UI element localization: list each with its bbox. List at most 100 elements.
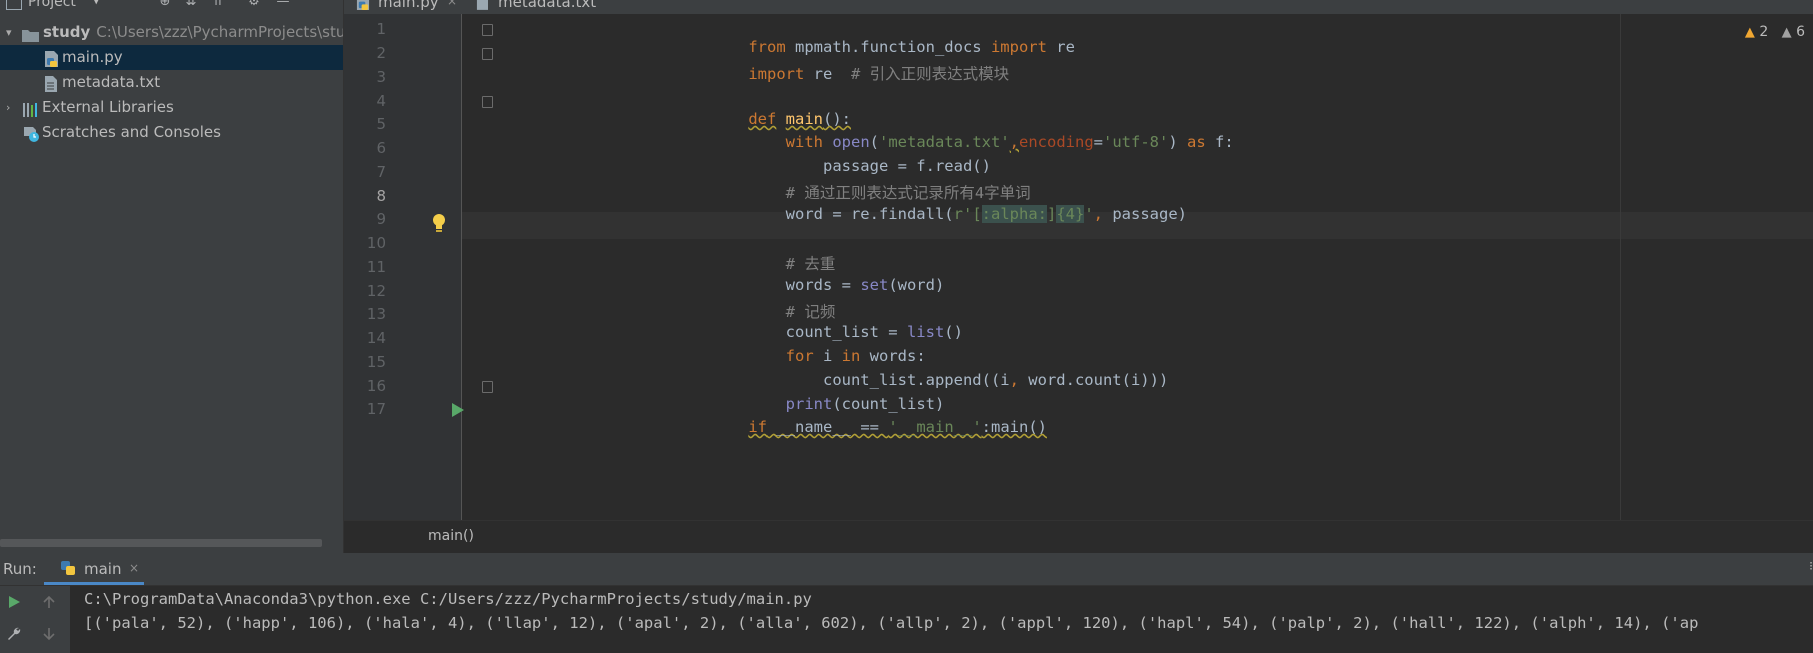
tree-item-label: External Libraries	[42, 98, 174, 116]
project-panel-header: Project ▼ ⊕ ⇊ ⇈ ⚙ —	[0, 0, 343, 14]
run-panel-label: Run:	[3, 560, 37, 578]
locate-file-icon[interactable]: ⊕	[156, 0, 174, 11]
code-comment: # 引入正则表达式模块	[851, 65, 1010, 83]
scroll-down-icon[interactable]	[41, 626, 59, 644]
run-tab-main[interactable]: main ×	[44, 553, 144, 585]
code-token: f:	[1205, 133, 1234, 151]
tab-label: metadata.txt	[498, 0, 597, 11]
breadcrumb-item-main[interactable]: main()	[428, 528, 474, 544]
line-number: 3	[376, 68, 386, 86]
wrench-icon[interactable]	[6, 626, 24, 644]
run-tab-label: main	[84, 560, 122, 578]
line-number-gutter: 1 2 3 4 5 6 7 8 9 10 11 12 13 14 15 16 1…	[344, 14, 416, 520]
line-number: 13	[366, 305, 386, 323]
code-editor[interactable]: 1 2 3 4 5 6 7 8 9 10 11 12 13 14 15 16 1…	[344, 14, 1813, 520]
code-token: ]	[1046, 205, 1057, 223]
code-token: set	[860, 276, 889, 294]
folder-icon	[22, 25, 39, 42]
code-token: [	[972, 205, 982, 223]
fold-marker-icon[interactable]	[482, 48, 493, 60]
code-token: word = re.findall(	[748, 205, 954, 223]
warning-icon: ▲	[1744, 25, 1755, 40]
code-token: :main()	[981, 418, 1047, 436]
tree-item-external-libraries[interactable]: › External Libraries	[0, 95, 343, 120]
tab-label: main.py	[378, 0, 439, 11]
project-panel-icon	[6, 0, 22, 10]
console-line: C:\ProgramData\Anaconda3\python.exe C:/U…	[84, 590, 812, 608]
tree-item-label: study	[43, 23, 91, 41]
code-token: =	[1093, 133, 1103, 151]
fold-marker-icon[interactable]	[482, 381, 493, 393]
run-gutter-icon[interactable]	[452, 403, 464, 417]
tab-metadata-txt[interactable]: metadata.txt	[476, 0, 606, 14]
code-token: ,	[1009, 133, 1019, 151]
line-number: 8	[376, 187, 386, 205]
text-file-icon	[476, 0, 488, 14]
project-horizontal-scrollbar[interactable]	[0, 539, 322, 547]
line-number: 11	[366, 258, 386, 276]
text-file-icon	[44, 75, 60, 92]
python-icon	[60, 560, 76, 576]
code-token: __name__ ==	[767, 418, 889, 436]
project-panel-title[interactable]: Project	[28, 0, 76, 10]
code-token: ,	[1009, 371, 1029, 389]
code-token: if	[748, 418, 767, 436]
scratches-icon	[23, 125, 39, 142]
collapse-all-icon[interactable]: ⇈	[209, 0, 227, 11]
chevron-down-icon[interactable]: ▾	[6, 20, 12, 45]
tree-item-path: C:\Users\zzz\PycharmProjects\stud	[96, 23, 343, 41]
line-number: 7	[376, 163, 386, 181]
code-token: '	[1084, 205, 1094, 223]
expand-all-icon[interactable]: ⇊	[182, 0, 200, 11]
close-icon[interactable]: ×	[447, 0, 457, 8]
breadcrumb: main()	[344, 520, 1813, 554]
lightbulb-icon[interactable]	[432, 213, 446, 235]
code-token: encoding	[1019, 133, 1094, 151]
run-tool-window: Run: main × ⁝ C:\ProgramData\Anaconda3\p…	[0, 553, 1813, 653]
code-line-17: if __name__ == '__main__':main()	[711, 400, 1047, 454]
fold-marker-icon[interactable]	[482, 24, 493, 36]
code-token: )	[1168, 133, 1187, 151]
python-file-icon	[44, 50, 60, 67]
rerun-icon[interactable]	[6, 594, 24, 612]
gear-icon[interactable]: ⚙	[245, 0, 263, 11]
scroll-up-icon[interactable]	[41, 594, 59, 612]
code-token: passage)	[1112, 205, 1187, 223]
line-number: 17	[366, 400, 386, 418]
tree-item-main-py[interactable]: main.py	[0, 45, 343, 70]
tree-item-study[interactable]: ▾ study C:\Users\zzz\PycharmProjects\stud	[0, 20, 343, 45]
code-token: re	[1046, 38, 1075, 56]
tree-item-label: Scratches and Consoles	[42, 123, 221, 141]
code-token: import	[748, 65, 805, 83]
console-line: [('pala', 52), ('happ', 106), ('hala', 4…	[84, 614, 1699, 632]
tree-item-label: metadata.txt	[62, 73, 161, 91]
hide-panel-icon[interactable]: —	[274, 0, 292, 11]
chevron-right-icon[interactable]: ›	[6, 95, 10, 120]
hide-panel-icon[interactable]: ⁝	[1809, 559, 1813, 573]
project-view-dropdown-icon[interactable]: ▼	[92, 0, 100, 6]
close-icon[interactable]: ×	[129, 561, 139, 575]
editor-tab-bar: main.py × metadata.txt	[344, 0, 1813, 17]
line-number: 15	[366, 353, 386, 371]
code-token: ()	[944, 323, 963, 341]
fold-marker-icon[interactable]	[482, 96, 493, 108]
line-number: 6	[376, 139, 386, 157]
weak-warning-count: 6	[1796, 24, 1805, 40]
run-panel-header: Run: main × ⁝	[0, 553, 1813, 586]
fold-gutter	[416, 14, 493, 520]
code-token: (word)	[888, 276, 945, 294]
code-token: as	[1187, 133, 1206, 151]
console-output[interactable]: C:\ProgramData\Anaconda3\python.exe C:/U…	[70, 586, 1813, 653]
line-number: 9	[376, 210, 386, 228]
code-token: r'	[953, 205, 973, 223]
warning-count: 2	[1759, 24, 1769, 40]
code-token: word.count(i)))	[1028, 371, 1169, 389]
line-number: 4	[376, 92, 386, 110]
code-token: re	[804, 65, 851, 83]
line-number: 5	[376, 115, 386, 133]
inspection-widget[interactable]: ▲ 2 ▲ 6	[1745, 24, 1805, 40]
line-number: 10	[366, 234, 386, 252]
tree-item-scratches[interactable]: Scratches and Consoles	[0, 120, 343, 145]
right-margin-guide	[1620, 14, 1621, 520]
tree-item-metadata-txt[interactable]: metadata.txt	[0, 70, 343, 95]
